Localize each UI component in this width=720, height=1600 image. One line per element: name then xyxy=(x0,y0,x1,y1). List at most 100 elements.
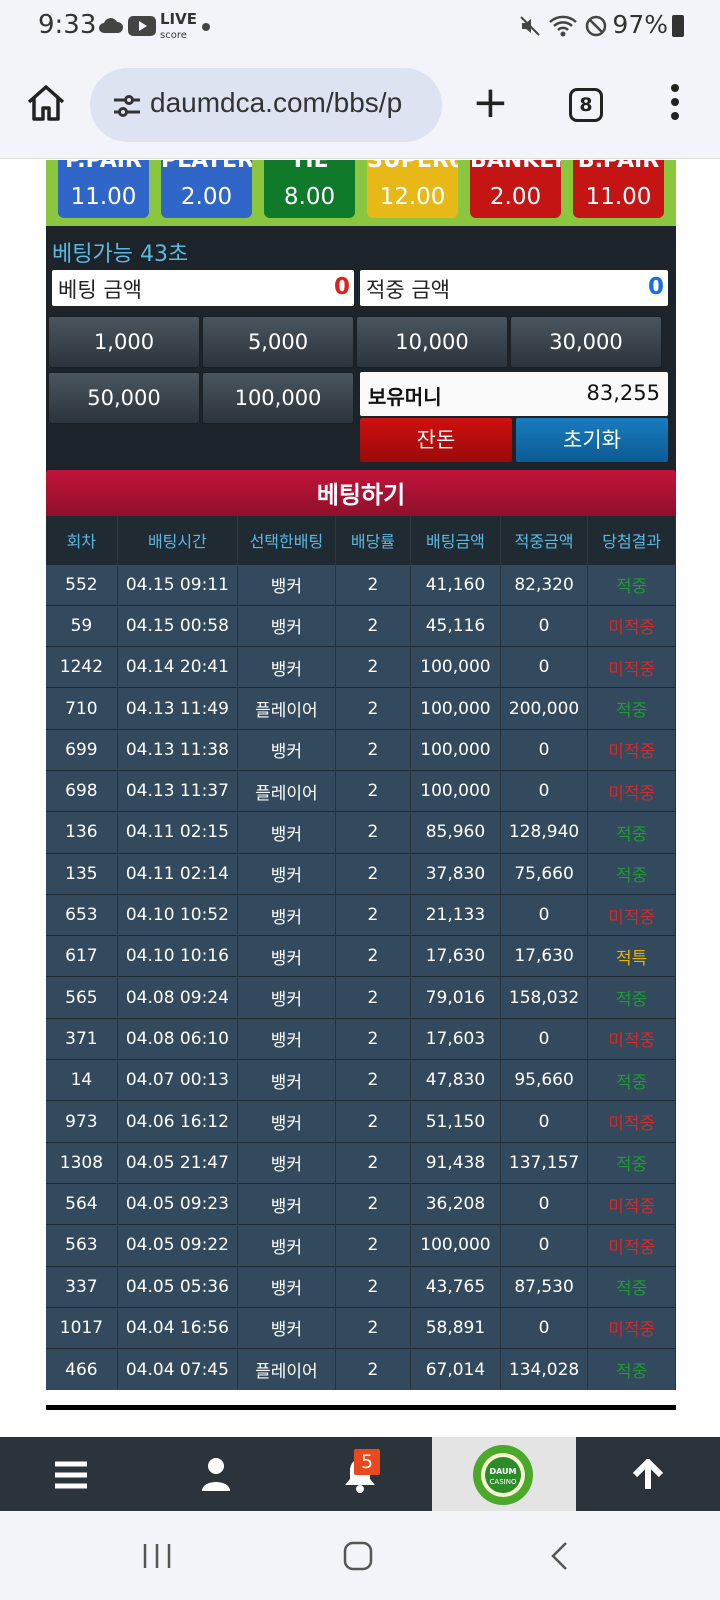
cell-bet-time: 04.11 02:15 xyxy=(117,811,238,854)
chip-30000-button[interactable]: 30,000 xyxy=(510,316,662,368)
odds-tie-button[interactable]: TIE 8.00 xyxy=(264,160,355,218)
cell-hit-amount: 158,032 xyxy=(500,976,589,1019)
nav-scroll-top-button[interactable] xyxy=(576,1437,720,1511)
cell-round: 136 xyxy=(46,811,118,854)
odds-value: 2.00 xyxy=(489,184,542,210)
table-row: 1242 04.14 20:41 뱅커 2 100,000 0 미적중 xyxy=(46,646,676,688)
tab-switcher-button[interactable]: 8 xyxy=(569,88,603,122)
cell-hit-amount: 95,660 xyxy=(500,1059,589,1101)
bet-history-table: 회차 배팅시간 선택한배팅 배당률 배팅금액 적중금액 당첨결과 552 04.1… xyxy=(46,516,676,1390)
hit-amount-label: 적중 금액 xyxy=(366,278,450,302)
cell-bet-amount: 21,133 xyxy=(410,893,501,936)
cell-hit-amount: 0 xyxy=(500,893,589,936)
cell-bet-time: 04.08 06:10 xyxy=(117,1017,238,1060)
cell-result: 적중 xyxy=(587,1348,676,1390)
table-row: 563 04.05 09:22 뱅커 2 100,000 0 미적중 xyxy=(46,1224,676,1267)
odds-value: 11.00 xyxy=(585,184,652,210)
odds-label: SUPER6 xyxy=(367,160,458,173)
cell-result: 적중 xyxy=(587,1141,676,1184)
table-row: 698 04.13 11:37 플레이어 2 100,000 0 미적중 xyxy=(46,769,676,812)
col-bet-time: 배팅시간 xyxy=(117,516,238,564)
balance-box: 보유머니 83,255 xyxy=(360,372,668,416)
cell-result: 적중 xyxy=(587,1265,676,1308)
cell-hit-amount: 0 xyxy=(500,1182,589,1225)
cell-bet-amount: 41,160 xyxy=(410,563,501,606)
cell-selection: 뱅커 xyxy=(237,1265,336,1308)
cell-selection: 뱅커 xyxy=(237,976,336,1019)
cell-odds: 2 xyxy=(335,646,412,688)
table-row: 710 04.13 11:49 플레이어 2 100,000 200,000 적중 xyxy=(46,687,676,730)
odds-player-button[interactable]: PLAYER 2.00 xyxy=(161,160,252,218)
balance-label: 보유머니 xyxy=(368,385,442,409)
table-row: 565 04.08 09:24 뱅커 2 79,016 158,032 적중 xyxy=(46,976,676,1019)
cell-round: 563 xyxy=(46,1224,118,1267)
cell-bet-amount: 47,830 xyxy=(410,1059,501,1101)
bet-timer: 베팅가능 43초 xyxy=(52,242,189,267)
chip-1000-button[interactable]: 1,000 xyxy=(48,316,200,368)
nav-menu-button[interactable] xyxy=(0,1437,144,1511)
cell-result: 미적중 xyxy=(587,604,676,647)
cell-odds: 2 xyxy=(335,1265,412,1308)
cell-selection: 뱅커 xyxy=(237,1182,336,1225)
odds-label: TIE xyxy=(290,160,329,173)
browser-toolbar: daumdca.com/bbs/p + 8 xyxy=(0,54,720,159)
reset-button[interactable]: 초기화 xyxy=(516,418,668,462)
nav-profile-button[interactable] xyxy=(144,1437,288,1511)
cell-hit-amount: 0 xyxy=(500,1306,589,1349)
hit-amount-value: 0 xyxy=(647,274,664,300)
odds-strip: P.PAIR 11.00 PLAYER 2.00 TIE 8.00 SUPER6… xyxy=(46,160,676,226)
cell-bet-amount: 100,000 xyxy=(410,728,501,771)
odds-super6-button[interactable]: SUPER6 12.00 xyxy=(367,160,458,218)
new-tab-icon[interactable]: + xyxy=(472,81,509,125)
odds-b-pair-button[interactable]: B.PAIR 11.00 xyxy=(573,160,664,218)
cell-result: 미적중 xyxy=(587,646,676,688)
chip-5000-button[interactable]: 5,000 xyxy=(202,316,354,368)
cell-result: 적중 xyxy=(587,687,676,730)
nav-casino-logo-button[interactable]: DAUM CASINO xyxy=(432,1437,576,1511)
cell-bet-amount: 45,116 xyxy=(410,604,501,647)
change-button[interactable]: 잔돈 xyxy=(360,418,512,462)
home-icon[interactable] xyxy=(24,81,68,125)
cell-odds: 2 xyxy=(335,563,412,606)
chip-50000-button[interactable]: 50,000 xyxy=(48,372,200,424)
cell-selection: 뱅커 xyxy=(237,811,336,854)
chip-100000-button[interactable]: 100,000 xyxy=(202,372,354,424)
cell-bet-time: 04.13 11:38 xyxy=(117,728,238,771)
cell-bet-time: 04.05 05:36 xyxy=(117,1265,238,1308)
more-menu-icon[interactable] xyxy=(670,84,680,124)
cell-bet-time: 04.13 11:37 xyxy=(117,769,238,812)
cell-result: 미적중 xyxy=(587,769,676,812)
odds-value: 11.00 xyxy=(70,184,137,210)
home-nav-icon[interactable] xyxy=(343,1541,373,1571)
cell-bet-time: 04.07 00:13 xyxy=(117,1059,238,1101)
site-settings-icon[interactable] xyxy=(112,92,142,120)
address-bar[interactable]: daumdca.com/bbs/p xyxy=(90,68,442,142)
cell-selection: 뱅커 xyxy=(237,852,336,895)
chip-10000-button[interactable]: 10,000 xyxy=(356,316,508,368)
cell-round: 59 xyxy=(46,604,118,647)
livescore-logo: LIVE score xyxy=(160,10,197,42)
cell-hit-amount: 0 xyxy=(500,1224,589,1267)
battery-icon xyxy=(672,15,684,37)
recents-icon[interactable] xyxy=(142,1541,172,1571)
cell-hit-amount: 128,940 xyxy=(500,811,589,854)
odds-banker-button[interactable]: BANKER 2.00 xyxy=(470,160,561,218)
balance-value: 83,255 xyxy=(586,381,660,405)
cell-result: 적중 xyxy=(587,976,676,1019)
cell-selection: 뱅커 xyxy=(237,604,336,647)
bottom-nav: 5 DAUM CASINO xyxy=(0,1437,720,1511)
cell-odds: 2 xyxy=(335,769,412,812)
cell-hit-amount: 200,000 xyxy=(500,687,589,730)
cell-odds: 2 xyxy=(335,1348,412,1390)
odds-label: P.PAIR xyxy=(65,160,142,173)
cell-round: 699 xyxy=(46,728,118,771)
odds-p-pair-button[interactable]: P.PAIR 11.00 xyxy=(58,160,149,218)
place-bet-button[interactable]: 베팅하기 xyxy=(46,470,676,520)
bet-amount-field[interactable]: 베팅 금액 0 xyxy=(52,270,354,306)
cell-hit-amount: 17,630 xyxy=(500,935,589,977)
cell-bet-time: 04.10 10:16 xyxy=(117,935,238,977)
cell-hit-amount: 0 xyxy=(500,728,589,771)
back-icon[interactable] xyxy=(548,1541,570,1571)
cell-bet-time: 04.13 11:49 xyxy=(117,687,238,730)
cell-round: 337 xyxy=(46,1265,118,1308)
